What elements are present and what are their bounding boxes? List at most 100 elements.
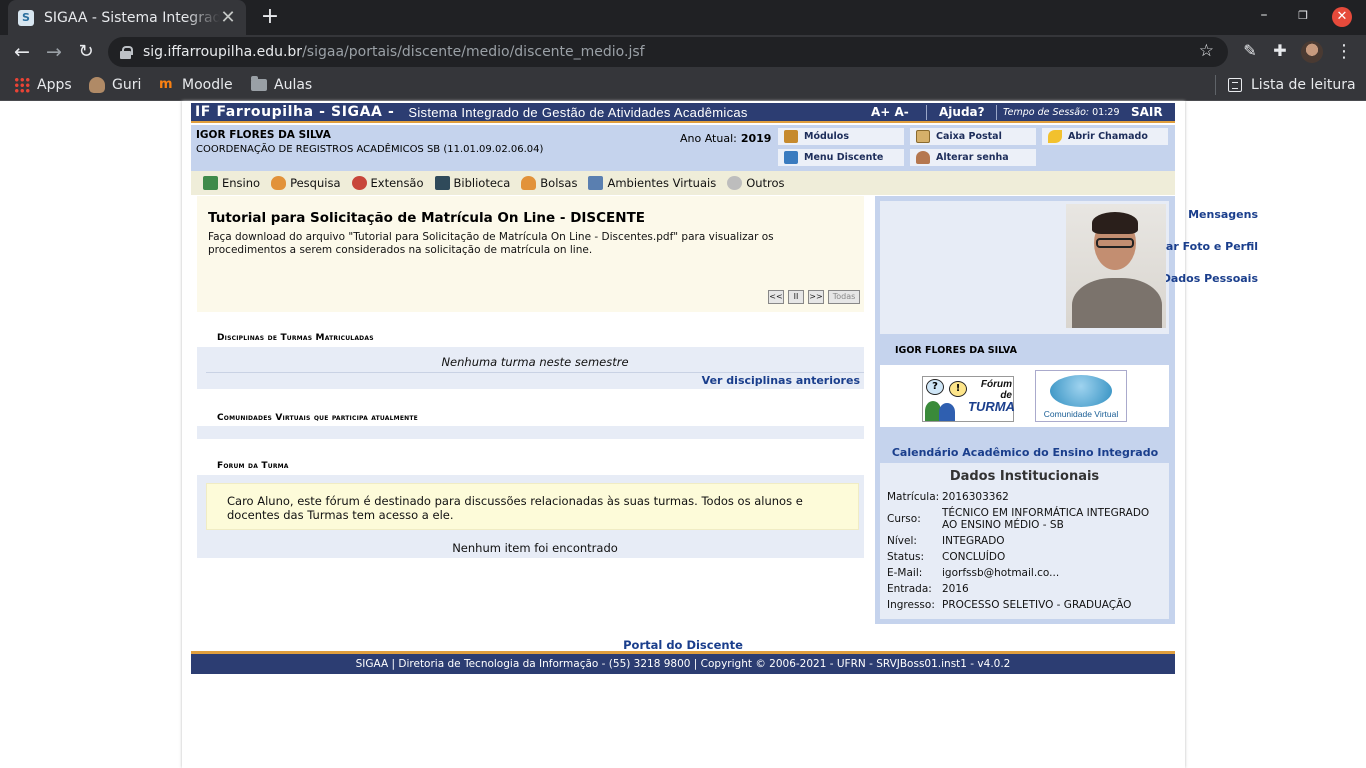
- button-label: Abrir Chamado: [1068, 131, 1148, 142]
- button-label: Menu Discente: [804, 152, 884, 163]
- help-link[interactable]: Ajuda?: [939, 105, 985, 119]
- calendario-academico-link[interactable]: Calendário Acadêmico do Ensino Integrado: [875, 446, 1175, 459]
- menu-outros[interactable]: Outros: [727, 176, 785, 190]
- box-icon: [784, 130, 798, 143]
- menu-biblioteca[interactable]: Biblioteca: [434, 176, 511, 190]
- photo-body: [1072, 278, 1162, 328]
- moodle-icon: m: [159, 77, 173, 92]
- new-tab-button[interactable]: +: [258, 4, 282, 29]
- disciplinas-section-title: Disciplinas de Turmas Matriculadas: [217, 333, 374, 343]
- modulos-button[interactable]: Módulos: [778, 128, 904, 145]
- forum-banner-word: Fórum: [980, 379, 1012, 390]
- logout-link[interactable]: SAIR: [1131, 105, 1163, 119]
- session-time: 01:29: [1092, 106, 1120, 118]
- pager-pause-button[interactable]: II: [788, 290, 804, 304]
- button-label: Alterar senha: [936, 152, 1009, 163]
- url-host: sig.iffarroupilha.edu.br: [143, 44, 303, 60]
- inst-value: CONCLUÍDO: [942, 551, 1006, 563]
- forum-banner-word: TURMA: [968, 399, 1015, 414]
- reload-icon[interactable]: ↻: [73, 39, 99, 65]
- browser-toolbar: ← → ↻ sig.iffarroupilha.edu.br/sigaa/por…: [0, 35, 1366, 70]
- forum-turma-banner[interactable]: ? ! Fórum de TURMA: [922, 376, 1015, 422]
- close-window-icon[interactable]: ✕: [1332, 7, 1352, 27]
- portal-discente-link[interactable]: Portal do Discente: [191, 638, 1175, 652]
- broom-icon: [1048, 130, 1062, 143]
- close-tab-icon[interactable]: ✕: [220, 7, 236, 28]
- ver-disciplinas-anteriores-link[interactable]: Ver disciplinas anteriores: [702, 374, 860, 387]
- menu-label: Ambientes Virtuais: [607, 176, 717, 190]
- restore-icon[interactable]: ❐: [1292, 9, 1314, 29]
- extensions-puzzle-icon[interactable]: ✚: [1269, 41, 1291, 60]
- reading-list-label: Lista de leitura: [1251, 77, 1356, 93]
- inst-label: Status:: [887, 551, 924, 563]
- pager-next-button[interactable]: >>: [808, 290, 824, 304]
- photo-hair: [1092, 212, 1138, 234]
- bookmark-star-icon[interactable]: ☆: [1199, 41, 1214, 61]
- menu-label: Biblioteca: [453, 176, 511, 190]
- bookmark-guri[interactable]: Guri: [89, 75, 141, 95]
- menu-pesquisa[interactable]: Pesquisa: [271, 176, 341, 190]
- extension-icon: [351, 176, 367, 190]
- mensagens-link[interactable]: Mensagens: [1188, 208, 1258, 221]
- browser-tab[interactable]: S SIGAA - Sistema Integrado de Gestão de…: [8, 0, 246, 35]
- menu-label: Bolsas: [540, 176, 578, 190]
- forum-message: Caro Aluno, este fórum é destinado para …: [206, 483, 859, 530]
- inst-row-ingresso: Ingresso: PROCESSO SELETIVO - GRADUAÇÃO: [887, 599, 1162, 611]
- menu-ensino[interactable]: Ensino: [203, 176, 260, 190]
- pager-all-button[interactable]: Todas: [828, 290, 860, 304]
- bookmark-moodle[interactable]: m Moodle: [159, 75, 233, 95]
- profile-avatar[interactable]: [1301, 41, 1323, 63]
- session-label: Tempo de Sessão:: [1003, 106, 1090, 118]
- inst-row-curso: Curso: TÉCNICO EM INFORMÁTICA INTEGRADO …: [887, 507, 1162, 531]
- sigaa-header: IF Farroupilha - SIGAA - Sistema Integra…: [191, 103, 1175, 123]
- gears-icon: [727, 176, 743, 190]
- inst-value: TÉCNICO EM INFORMÁTICA INTEGRADO AO ENSI…: [942, 507, 1150, 531]
- inst-value: igorfssb@hotmail.co...: [942, 567, 1060, 579]
- inst-label: Entrada:: [887, 583, 932, 595]
- menu-extensao[interactable]: Extensão: [351, 176, 424, 190]
- lock-icon: [120, 45, 133, 59]
- photo-glasses: [1096, 238, 1134, 248]
- bookmark-label: Apps: [37, 77, 72, 93]
- back-icon[interactable]: ←: [9, 39, 35, 65]
- kebab-menu-icon[interactable]: ⋮: [1333, 41, 1355, 62]
- inst-label: Ingresso:: [887, 599, 935, 611]
- pager-prev-button[interactable]: <<: [768, 290, 784, 304]
- flask-icon: [271, 176, 287, 190]
- inst-row-entrada: Entrada: 2016: [887, 583, 1162, 595]
- comunidade-virtual-banner[interactable]: Comunidade Virtual: [1035, 370, 1127, 422]
- folder-icon: [251, 76, 267, 91]
- user-name: IGOR FLORES DA SILVA: [196, 129, 331, 141]
- inst-row-email: E-Mail: igorfssb@hotmail.co...: [887, 567, 1162, 579]
- reading-list-button[interactable]: Lista de leitura: [1215, 75, 1356, 95]
- button-label: Módulos: [804, 131, 849, 142]
- bookmark-aulas[interactable]: Aulas: [251, 75, 312, 95]
- comunidade-virtual-label: Comunidade Virtual: [1043, 409, 1119, 419]
- extension-pen-icon[interactable]: ✎: [1239, 41, 1261, 60]
- button-label: Caixa Postal: [936, 131, 1002, 142]
- font-size-controls[interactable]: A+ A-: [871, 105, 909, 119]
- menu-discente-button[interactable]: Menu Discente: [778, 149, 904, 166]
- year-label: Ano Atual:: [680, 132, 737, 145]
- caixa-postal-button[interactable]: Caixa Postal: [910, 128, 1036, 145]
- user-key-icon: [916, 151, 930, 164]
- bookmark-apps[interactable]: Apps: [14, 75, 72, 95]
- inst-row-nivel: Nível: INTEGRADO: [887, 535, 1162, 547]
- inst-label: Matrícula:: [887, 491, 940, 503]
- alterar-senha-button[interactable]: Alterar senha: [910, 149, 1036, 166]
- url-path: /sigaa/portais/discente/medio/discente_m…: [302, 44, 645, 60]
- inst-value: 2016: [942, 583, 969, 595]
- profile-photo[interactable]: [1066, 204, 1166, 328]
- address-bar[interactable]: sig.iffarroupilha.edu.br/sigaa/portais/d…: [108, 37, 1228, 67]
- comunidades-section-title: Comunidades Virtuais que participa atual…: [217, 413, 418, 423]
- forward-icon[interactable]: →: [41, 39, 67, 65]
- menu-label: Pesquisa: [290, 176, 341, 190]
- menu-ambientes-virtuais[interactable]: Ambientes Virtuais: [588, 176, 716, 190]
- exclamation-bubble-icon: !: [949, 381, 967, 397]
- menu-bolsas[interactable]: Bolsas: [521, 176, 577, 190]
- bookmark-label: Moodle: [182, 77, 233, 93]
- minimize-icon[interactable]: –: [1253, 7, 1275, 27]
- network-icon: [588, 176, 604, 190]
- abrir-chamado-button[interactable]: Abrir Chamado: [1042, 128, 1168, 145]
- menu-label: Ensino: [222, 176, 261, 190]
